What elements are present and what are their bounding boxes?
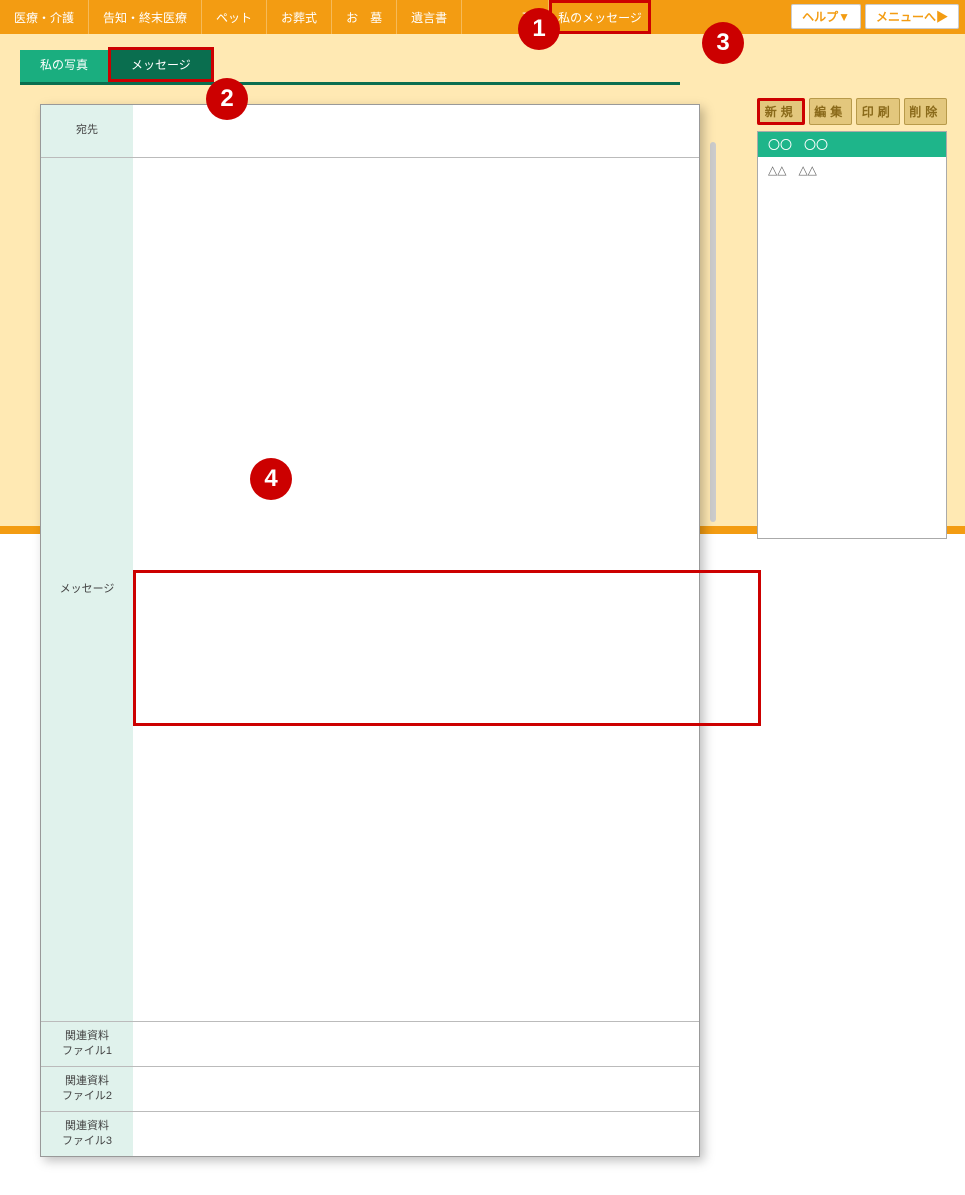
file2-label: 関連資料 ファイル2	[41, 1067, 133, 1111]
annotation-badge-2: 2	[206, 78, 248, 120]
recipient-label: 宛先	[41, 105, 133, 157]
form-panel: 宛先 メッセージ 関連資料 ファイル1 関連資料 ファイル2 関連資料 ファイル…	[40, 104, 700, 1157]
row-recipient: 宛先	[41, 105, 699, 158]
tab-underline	[20, 82, 680, 85]
delete-button[interactable]: 削除	[904, 98, 948, 125]
menu-button[interactable]: メニューへ▶	[865, 4, 959, 29]
sidebar-list: 〇〇 〇〇 △△ △△	[757, 131, 947, 539]
list-item[interactable]: 〇〇 〇〇	[758, 132, 946, 157]
annotation-badge-4: 4	[250, 458, 292, 500]
print-button[interactable]: 印刷	[856, 98, 900, 125]
sidebar-buttons: 新規 編集 印刷 削除	[757, 98, 947, 125]
annotation-badge-1: 1	[518, 8, 560, 50]
sidebar: 新規 編集 印刷 削除 〇〇 〇〇 △△ △△	[757, 98, 947, 539]
file3-field[interactable]	[133, 1112, 699, 1156]
nav-item-will[interactable]: 遺言書	[397, 0, 462, 34]
file1-label: 関連資料 ファイル1	[41, 1022, 133, 1066]
topbar-right: ヘルプ▼ メニューへ▶	[791, 4, 959, 29]
scrollbar[interactable]	[710, 142, 716, 522]
message-highlight-box	[133, 570, 761, 726]
row-file-2: 関連資料 ファイル2	[41, 1067, 699, 1112]
tabs-row: 私の写真 メッセージ	[20, 50, 957, 82]
annotation-badge-3: 3	[702, 22, 744, 64]
nav-item-my-message[interactable]: 私のメッセージ	[549, 0, 651, 34]
row-file-3: 関連資料 ファイル3	[41, 1112, 699, 1156]
nav-item-notify[interactable]: 告知・終末医療	[89, 0, 202, 34]
top-nav-bar: 医療・介護 告知・終末医療 ペット お葬式 お 墓 遺言書 理 私のメッセージ …	[0, 0, 965, 34]
row-message: メッセージ	[41, 158, 699, 1022]
nav-item-pet[interactable]: ペット	[202, 0, 267, 34]
file2-field[interactable]	[133, 1067, 699, 1111]
edit-button[interactable]: 編集	[809, 98, 853, 125]
tab-my-photos[interactable]: 私の写真	[20, 50, 108, 82]
row-file-1: 関連資料 ファイル1	[41, 1022, 699, 1067]
list-item[interactable]: △△ △△	[758, 157, 946, 182]
form-panel-container: 宛先 メッセージ 関連資料 ファイル1 関連資料 ファイル2 関連資料 ファイル…	[40, 104, 700, 1157]
file3-label: 関連資料 ファイル3	[41, 1112, 133, 1156]
new-button[interactable]: 新規	[757, 98, 805, 125]
nav-item-medical[interactable]: 医療・介護	[0, 0, 89, 34]
message-field[interactable]	[133, 158, 699, 1021]
help-button[interactable]: ヘルプ▼	[791, 4, 861, 29]
nav-item-funeral[interactable]: お葬式	[267, 0, 332, 34]
tab-message[interactable]: メッセージ	[108, 47, 214, 82]
nav-item-grave[interactable]: お 墓	[332, 0, 397, 34]
message-label: メッセージ	[41, 158, 133, 1021]
file1-field[interactable]	[133, 1022, 699, 1066]
